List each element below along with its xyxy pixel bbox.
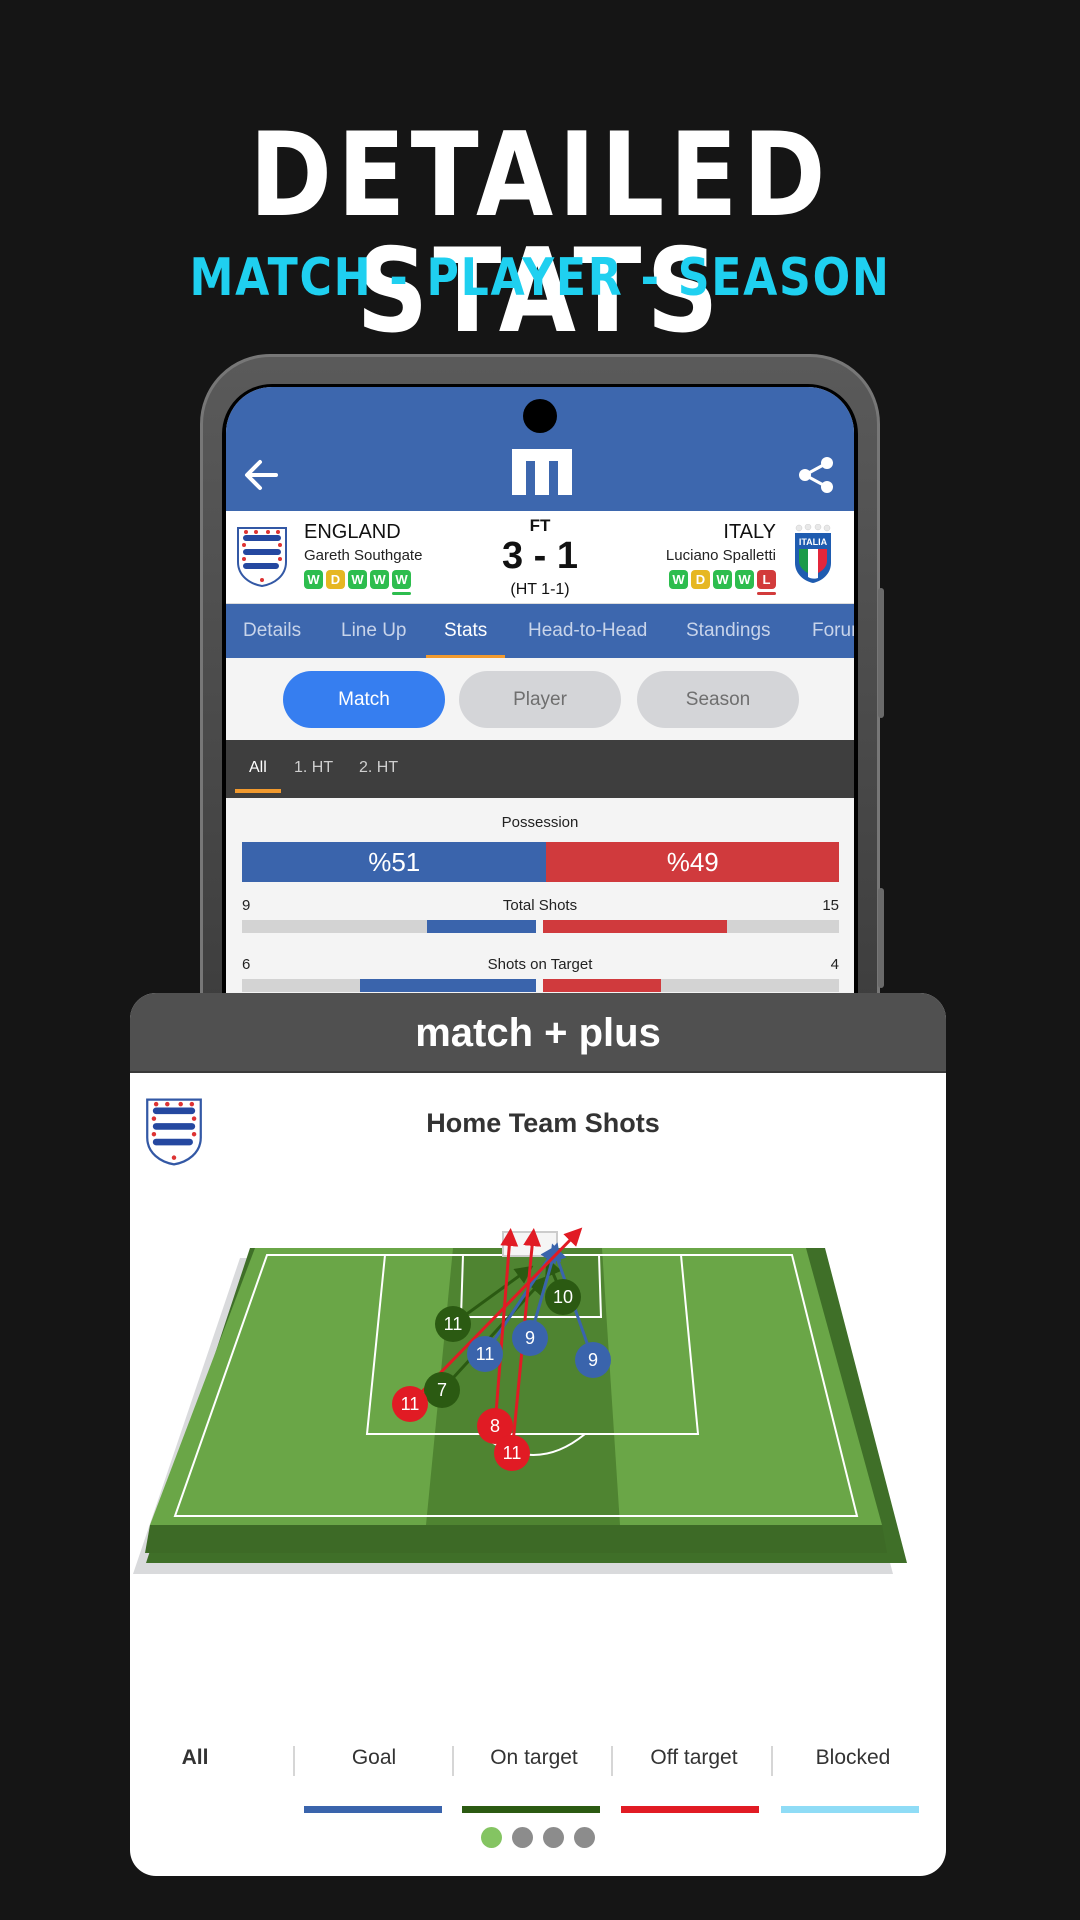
shot-type-legend: All Goal On target Off target Blocked: [130, 1738, 946, 1813]
form-result-badge: W: [735, 570, 754, 589]
shot-marker[interactable]: 10: [545, 1279, 581, 1315]
camera-cutout: [523, 399, 557, 433]
tab-standings[interactable]: Standings: [686, 604, 771, 658]
shots-on-target-away-bar: [543, 979, 839, 992]
legend-goal[interactable]: Goal: [299, 1738, 449, 1778]
shot-player-number: 10: [553, 1287, 573, 1307]
match-header: ENGLAND Gareth Southgate WDWWW FT 3 - 1 …: [226, 511, 854, 604]
pager-dot[interactable]: [481, 1827, 502, 1848]
shot-player-number: 8: [490, 1416, 500, 1436]
form-result-badge: W: [669, 570, 688, 589]
shots-on-target-away: 4: [830, 956, 839, 973]
legend-all[interactable]: All: [130, 1738, 270, 1778]
segment-season[interactable]: Season: [637, 671, 799, 728]
hero-subtitle: MATCH - PLAYER - SEASON: [189, 248, 891, 308]
italy-crest-icon[interactable]: ITALIA: [791, 524, 835, 586]
tab-head-to-head[interactable]: Head-to-Head: [528, 604, 647, 658]
shots-on-target-label: Shots on Target: [487, 956, 593, 973]
app-logo: [512, 449, 572, 495]
share-icon: [799, 457, 833, 493]
card-title: match + plus: [415, 1011, 661, 1055]
total-shots-away-fill: [543, 920, 727, 933]
pager-dot[interactable]: [543, 1827, 564, 1848]
pager-dot[interactable]: [512, 1827, 533, 1848]
shot-player-number: 11: [444, 1314, 463, 1334]
period-active-indicator: [235, 789, 281, 793]
legend-off-target-swatch: [621, 1806, 759, 1813]
period-second-half[interactable]: 2. HT: [359, 740, 398, 798]
shot-marker[interactable]: 11: [494, 1435, 530, 1471]
legend-blocked[interactable]: Blocked: [778, 1738, 928, 1778]
hero-title: DETAILED STATS: [249, 108, 831, 359]
share-button[interactable]: [796, 455, 836, 495]
possession-away: %49: [546, 842, 839, 882]
shot-marker[interactable]: 7: [424, 1372, 460, 1408]
possession-bar: %51 %49: [242, 842, 839, 882]
possession-home: %51: [242, 842, 547, 882]
legend-divider: [452, 1746, 454, 1776]
total-shots-home-bar: [242, 920, 536, 933]
segment-match[interactable]: Match: [283, 671, 445, 728]
tab-stats[interactable]: Stats: [425, 604, 506, 658]
period-tabs: All 1. HT 2. HT: [226, 740, 854, 798]
carousel-pager: [130, 1827, 946, 1853]
total-shots-away-bar: [543, 920, 839, 933]
card-header: match + plus: [130, 993, 946, 1073]
form-result-badge: D: [691, 570, 710, 589]
away-coach: Luciano Spalletti: [665, 547, 776, 564]
stats-list: Possession %51 %49 9 Total Shots 15 6 Sh…: [226, 798, 854, 997]
form-result-badge: L: [757, 570, 776, 595]
period-first-half[interactable]: 1. HT: [294, 740, 333, 798]
shot-marker[interactable]: 11: [392, 1386, 428, 1422]
legend-on-target[interactable]: On target: [459, 1738, 609, 1778]
shot-player-number: 9: [525, 1328, 535, 1348]
shot-player-number: 11: [401, 1394, 420, 1414]
legend-divider: [611, 1746, 613, 1776]
shot-marker[interactable]: 9: [512, 1320, 548, 1356]
pitch-edge: [145, 1525, 887, 1553]
shots-map-title: Home Team Shots: [426, 1108, 660, 1138]
total-shots-label: Total Shots: [502, 897, 578, 914]
possession-label: Possession: [501, 814, 579, 831]
total-shots-home-fill: [427, 920, 536, 933]
legend-on-target-swatch: [462, 1806, 600, 1813]
shot-player-number: 11: [476, 1344, 495, 1364]
legend-divider: [293, 1746, 295, 1776]
shots-on-target-away-fill: [543, 979, 662, 992]
pager-dot[interactable]: [574, 1827, 595, 1848]
shot-marker[interactable]: 11: [467, 1336, 503, 1372]
away-team-name[interactable]: ITALY: [723, 521, 776, 544]
phone-side-button: [878, 888, 884, 988]
stats-scope-selector: Match Player Season: [226, 658, 854, 740]
tab-details[interactable]: Details: [243, 604, 301, 658]
svg-text:ITALIA: ITALIA: [799, 537, 828, 547]
legend-off-target[interactable]: Off target: [619, 1738, 769, 1778]
shots-on-target-home-fill: [359, 979, 536, 992]
segment-player[interactable]: Player: [459, 671, 621, 728]
tab-forum[interactable]: Forum: [812, 604, 854, 658]
match-plus-card: match + plus Home Team Shots 10 11 7 11 …: [130, 993, 946, 1876]
shot-player-number: 11: [503, 1443, 522, 1463]
legend-blocked-swatch: [781, 1806, 919, 1813]
shot-player-number: 9: [588, 1350, 598, 1370]
total-shots-away: 15: [822, 897, 839, 914]
shot-marker[interactable]: 11: [435, 1306, 471, 1342]
match-tabs: Details Line Up Stats Head-to-Head Stand…: [226, 604, 854, 658]
away-form-guide: WDWWL: [669, 570, 776, 595]
shots-on-target-home-bar: [242, 979, 536, 992]
form-result-badge: W: [713, 570, 732, 589]
phone-screen: ENGLAND Gareth Southgate WDWWW FT 3 - 1 …: [226, 387, 854, 997]
shot-marker[interactable]: 9: [575, 1342, 611, 1378]
phone-side-button: [878, 588, 884, 718]
legend-divider: [771, 1746, 773, 1776]
legend-goal-swatch: [304, 1806, 442, 1813]
arrow-left-icon: [245, 460, 278, 490]
tab-line-up[interactable]: Line Up: [341, 604, 407, 658]
shot-map-pitch: 10117119911811: [133, 1227, 907, 1574]
app-bar: [226, 387, 854, 511]
back-button[interactable]: [240, 453, 284, 497]
shot-player-number: 7: [437, 1380, 447, 1400]
